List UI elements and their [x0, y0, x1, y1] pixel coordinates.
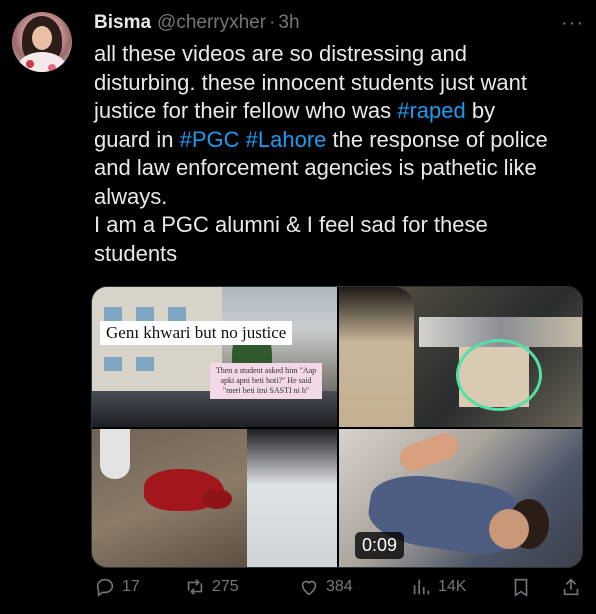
tweet-text: all these videos are so distressing and … [94, 40, 584, 268]
image-quote: Then a student asked him "Aap apki apni … [210, 363, 322, 399]
views-button[interactable]: 14K [410, 576, 466, 598]
window-shape [136, 357, 154, 371]
more-icon[interactable]: ··· [561, 12, 584, 35]
media-image-1[interactable]: Genı khwari but no justice Then a studen… [92, 287, 337, 427]
avatar-flower [48, 64, 56, 72]
like-button[interactable]: 384 [298, 576, 353, 598]
share-icon [563, 578, 579, 596]
reply-count: 17 [122, 578, 140, 595]
media-image-3[interactable] [92, 429, 337, 567]
person-shape [247, 429, 337, 567]
tweet-header: Bisma @cherryxher · 3h [94, 12, 300, 34]
views-icon [413, 579, 430, 595]
reply-icon [96, 578, 114, 597]
arm-shape [100, 429, 130, 479]
like-count: 384 [326, 578, 353, 595]
hashtag-link[interactable]: #Lahore [246, 127, 327, 152]
reply-button[interactable]: 17 [94, 576, 140, 598]
hashtag-link[interactable]: #PGC [180, 127, 240, 152]
stain-shape [202, 489, 232, 509]
like-icon [301, 580, 317, 596]
window-shape [136, 307, 154, 321]
action-bar: 17 275 384 14K [94, 574, 586, 600]
bookmark-button[interactable] [510, 576, 532, 598]
video-duration: 0:09 [355, 532, 405, 559]
timestamp[interactable]: 3h [278, 12, 299, 34]
arm-shape [396, 429, 462, 475]
window-shape [104, 307, 122, 321]
tweet[interactable]: Bisma @cherryxher · 3h ··· all these vid… [0, 0, 596, 614]
media-image-2[interactable] [339, 287, 582, 427]
views-count: 14K [438, 578, 467, 595]
separator-dot: · [269, 12, 276, 33]
media-video[interactable]: 0:09 [339, 429, 582, 567]
author-name[interactable]: Bisma [94, 12, 151, 34]
hashtag-link[interactable]: #raped [397, 98, 466, 123]
highlight-circle [456, 339, 542, 411]
image-caption: Genı khwari but no justice [100, 321, 293, 345]
retweet-icon [187, 579, 203, 595]
media-grid: Genı khwari but no justice Then a studen… [91, 286, 583, 568]
avatar-face [32, 26, 52, 50]
window-shape [104, 357, 122, 371]
face-shape [489, 509, 529, 549]
author-handle[interactable]: @cherryxher [157, 12, 266, 34]
share-button[interactable] [560, 576, 582, 598]
retweet-button[interactable]: 275 [184, 576, 239, 598]
avatar[interactable] [12, 12, 72, 72]
window-shape [168, 307, 186, 321]
retweet-count: 275 [212, 578, 239, 595]
man-shape [339, 287, 414, 427]
bookmark-icon [514, 578, 528, 597]
avatar-flower [26, 60, 34, 68]
